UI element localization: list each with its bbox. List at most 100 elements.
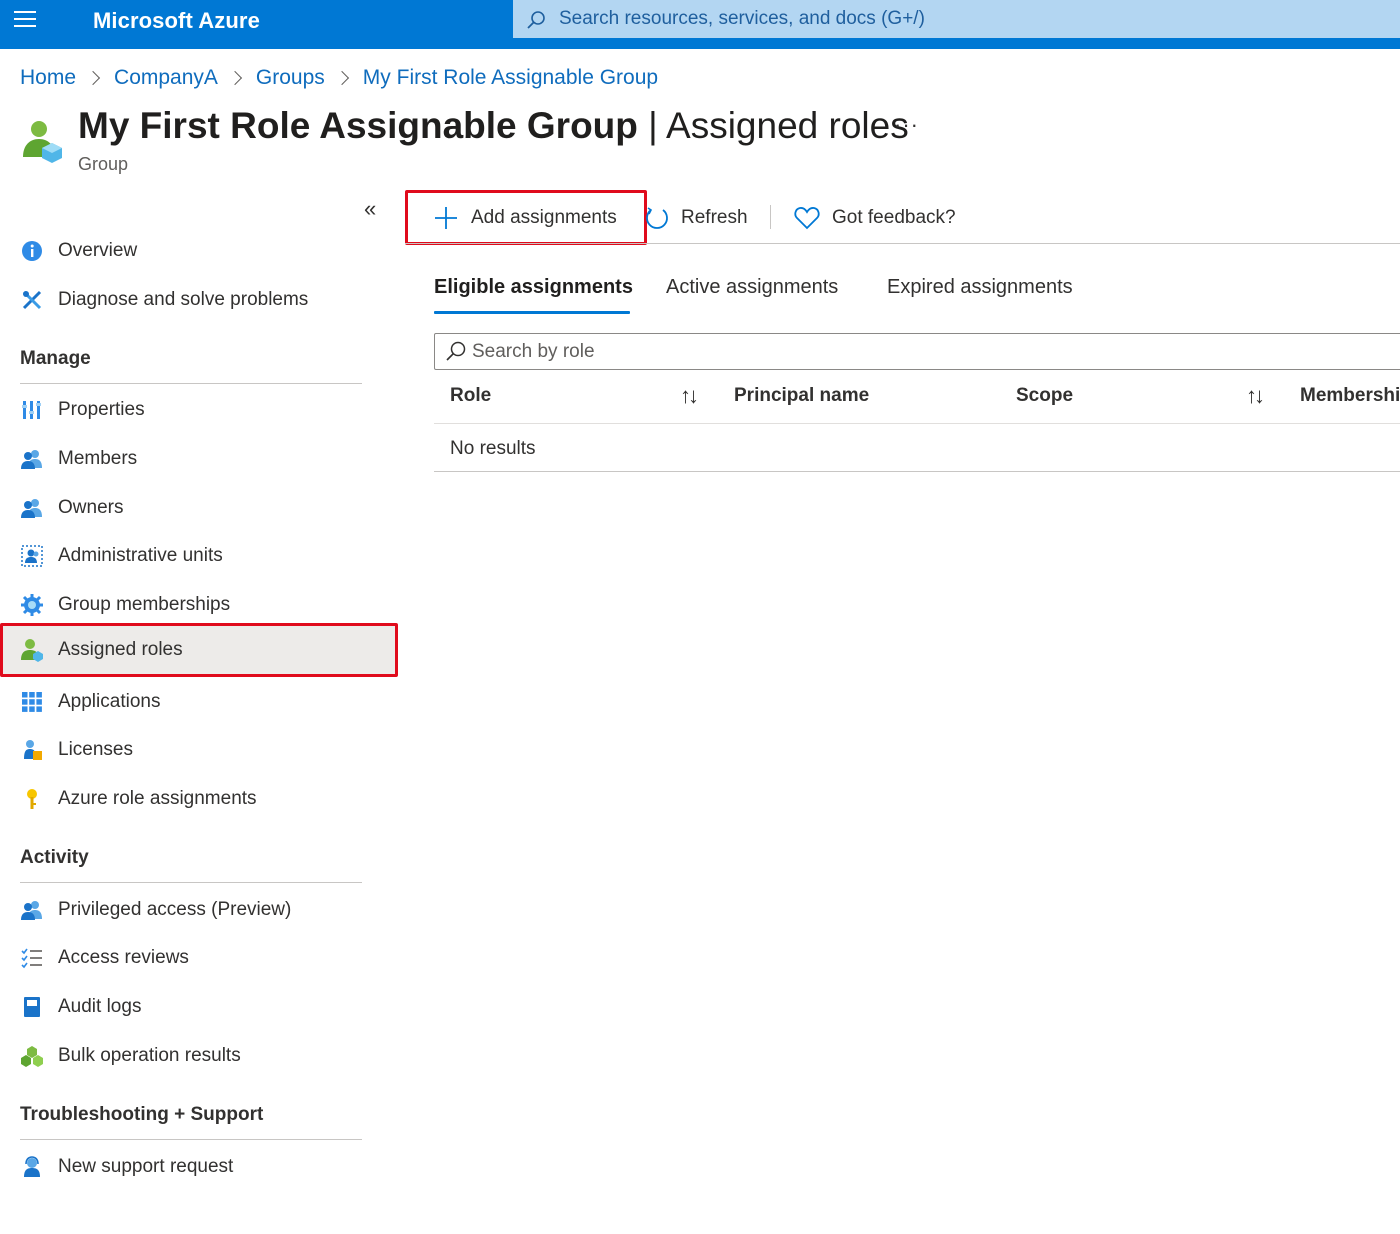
section-divider xyxy=(20,383,362,384)
breadcrumb-groups[interactable]: Groups xyxy=(256,66,325,90)
search-by-role-placeholder: Search by role xyxy=(472,341,595,362)
sidebar-item-label: Azure role assignments xyxy=(58,788,257,809)
sidebar-item-label: Owners xyxy=(58,497,124,518)
more-options-icon[interactable]: ··· xyxy=(894,112,919,138)
column-header-principal-name[interactable]: Principal name xyxy=(734,385,869,407)
sidebar-item-label: Assigned roles xyxy=(58,639,183,660)
add-assignments-label: Add assignments xyxy=(471,207,617,228)
heart-icon xyxy=(794,207,820,230)
section-divider xyxy=(20,1139,362,1140)
sidebar-item-access-reviews[interactable]: Access reviews xyxy=(0,935,398,981)
refresh-icon xyxy=(646,207,668,229)
key-icon xyxy=(20,787,44,811)
feedback-label: Got feedback? xyxy=(832,207,956,228)
owners-icon xyxy=(20,496,44,520)
page-title-separator: | xyxy=(637,105,667,146)
global-search-placeholder: Search resources, services, and docs (G+… xyxy=(559,8,925,29)
sidebar-item-administrative-units[interactable]: Administrative units xyxy=(0,533,398,579)
hamburger-menu-icon[interactable] xyxy=(14,11,38,29)
plus-icon xyxy=(435,207,457,229)
breadcrumb: Home CompanyA Groups My First Role Assig… xyxy=(20,66,658,90)
sidebar-item-audit-logs[interactable]: Audit logs xyxy=(0,984,398,1030)
column-header-membership[interactable]: Membershi xyxy=(1300,385,1400,407)
tools-icon xyxy=(20,288,44,312)
members-icon xyxy=(20,447,44,471)
sidebar-item-assigned-roles[interactable]: Assigned roles xyxy=(0,623,398,677)
support-person-icon xyxy=(20,1155,44,1179)
command-bar-divider xyxy=(405,243,1400,244)
sidebar-item-azure-role-assignments[interactable]: Azure role assignments xyxy=(0,776,398,822)
column-header-role[interactable]: Role xyxy=(450,385,491,407)
checklist-icon xyxy=(20,946,44,970)
section-troubleshooting: Troubleshooting + Support xyxy=(20,1104,264,1125)
chevron-right-icon xyxy=(334,70,349,86)
global-search-input[interactable]: Search resources, services, and docs (G+… xyxy=(513,0,1400,38)
sidebar-item-privileged-access[interactable]: Privileged access (Preview) xyxy=(0,887,398,933)
properties-icon xyxy=(20,398,44,422)
sidebar-item-bulk-operation-results[interactable]: Bulk operation results xyxy=(0,1033,398,1079)
sidebar-item-new-support-request[interactable]: New support request xyxy=(0,1144,398,1190)
add-assignments-button[interactable]: Add assignments xyxy=(434,203,617,233)
sidebar-item-label: Diagnose and solve problems xyxy=(58,289,309,310)
admin-units-icon xyxy=(20,544,44,568)
sidebar-item-label: Overview xyxy=(58,240,138,261)
sidebar-item-diagnose[interactable]: Diagnose and solve problems xyxy=(0,277,398,323)
book-icon xyxy=(20,995,44,1019)
cubes-icon xyxy=(20,1044,44,1068)
privileged-access-icon xyxy=(20,898,44,922)
gear-icon xyxy=(20,593,44,617)
tab-active-assignments[interactable]: Active assignments xyxy=(666,276,838,299)
section-manage: Manage xyxy=(20,348,91,369)
sidebar-item-label: Members xyxy=(58,448,138,469)
assigned-roles-icon xyxy=(20,638,44,662)
table-header-divider xyxy=(434,423,1400,424)
page-title: My First Role Assignable Group | Assigne… xyxy=(78,105,909,147)
brand-title[interactable]: Microsoft Azure xyxy=(93,8,260,34)
sort-role-icon[interactable]: ↑↓ xyxy=(680,383,699,409)
page-subtitle: Group xyxy=(78,154,129,174)
table-row-divider xyxy=(434,471,1400,472)
collapse-sidebar-icon[interactable]: « xyxy=(364,196,376,222)
sidebar-item-label: Applications xyxy=(58,691,161,712)
active-tab-indicator xyxy=(434,311,630,314)
sidebar-item-label: Audit logs xyxy=(58,996,142,1017)
sidebar-item-overview[interactable]: Overview xyxy=(0,228,398,274)
sidebar-item-properties[interactable]: Properties xyxy=(0,387,398,433)
refresh-label: Refresh xyxy=(681,207,748,228)
sidebar-item-label: Privileged access (Preview) xyxy=(58,899,292,920)
sidebar-item-label: Group memberships xyxy=(58,594,231,615)
tab-expired-assignments[interactable]: Expired assignments xyxy=(887,276,1073,299)
sidebar-item-owners[interactable]: Owners xyxy=(0,485,398,531)
section-activity: Activity xyxy=(20,847,89,868)
empty-results-text: No results xyxy=(450,438,536,459)
sidebar-item-label: Administrative units xyxy=(58,545,223,566)
search-icon xyxy=(446,341,466,361)
refresh-button[interactable]: Refresh xyxy=(645,203,748,233)
sidebar-item-label: Access reviews xyxy=(58,947,189,968)
feedback-button[interactable]: Got feedback? xyxy=(794,203,956,233)
applications-grid-icon xyxy=(20,690,44,714)
sidebar-item-members[interactable]: Members xyxy=(0,436,398,482)
search-icon xyxy=(527,11,545,29)
sidebar-item-label: Bulk operation results xyxy=(58,1045,241,1066)
licenses-icon xyxy=(20,738,44,762)
section-divider xyxy=(20,882,362,883)
info-icon xyxy=(20,239,44,263)
sort-scope-icon[interactable]: ↑↓ xyxy=(1246,383,1265,409)
sidebar-item-label: Licenses xyxy=(58,739,133,760)
chevron-right-icon xyxy=(227,70,242,86)
sidebar-item-label: New support request xyxy=(58,1156,234,1177)
sidebar-item-licenses[interactable]: Licenses xyxy=(0,727,398,773)
breadcrumb-home[interactable]: Home xyxy=(20,66,76,90)
sidebar-item-group-memberships[interactable]: Group memberships xyxy=(0,582,398,628)
sidebar-item-applications[interactable]: Applications xyxy=(0,679,398,725)
chevron-right-icon xyxy=(85,70,101,86)
breadcrumb-companya[interactable]: CompanyA xyxy=(114,66,218,90)
search-by-role-input[interactable]: Search by role xyxy=(434,333,1400,370)
group-role-icon xyxy=(23,121,62,163)
breadcrumb-group[interactable]: My First Role Assignable Group xyxy=(363,66,658,90)
column-header-scope[interactable]: Scope xyxy=(1016,385,1073,407)
tab-eligible-assignments[interactable]: Eligible assignments xyxy=(434,276,633,299)
page-title-name: My First Role Assignable Group xyxy=(78,105,638,146)
top-bar: Microsoft Azure Search resources, servic… xyxy=(0,0,1400,49)
